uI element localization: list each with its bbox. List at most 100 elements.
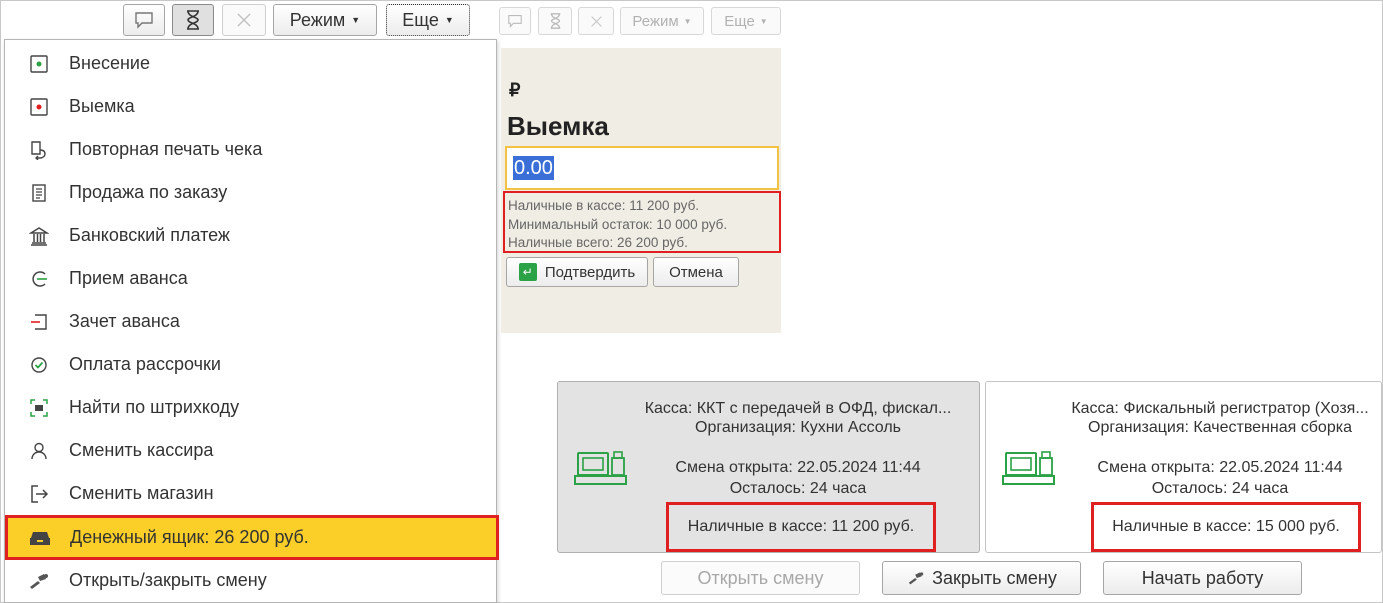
mode-dropdown-secondary[interactable]: Режим ▼: [620, 7, 704, 35]
hourglass-button[interactable]: [172, 4, 214, 36]
cash-drawer-icon: [28, 526, 52, 550]
hourglass-button-secondary[interactable]: [538, 7, 572, 35]
shift-icon: [27, 569, 51, 593]
currency-symbol: ₽: [509, 80, 521, 100]
menu-item-label: Сменить магазин: [69, 483, 214, 503]
menu-item-barcode-search[interactable]: Найти по штрихкоду: [5, 386, 496, 429]
hourglass-icon: [187, 10, 199, 30]
shift-icon: [908, 572, 924, 585]
amount-input[interactable]: 0.00: [505, 146, 779, 190]
close-icon: [590, 15, 602, 27]
withdraw-panel: ₽ Выемка 0.00 Наличные в кассе: 11 200 р…: [501, 48, 781, 333]
more-menu: Внесение Выемка Повторная печать чека Пр…: [4, 39, 499, 603]
confirm-label: Подтвердить: [544, 263, 636, 281]
menu-item-label: Выемка: [69, 96, 135, 116]
remaining-time-text: Осталось: 24 часа: [1151, 480, 1289, 497]
register-card[interactable]: Касса: ККТ с передачей в ОФД, фискал... …: [557, 381, 980, 553]
close-icon: [237, 13, 251, 27]
open-shift-label: Открыть смену: [697, 567, 824, 588]
barcode-icon: [27, 396, 51, 420]
cancel-label: Отмена: [669, 263, 723, 281]
shift-opened-text: Смена открыта: 22.05.2024 11:44: [1097, 459, 1343, 476]
confirm-button[interactable]: ↵ Подтвердить: [506, 257, 648, 287]
shift-opened-text: Смена открыта: 22.05.2024 11:44: [675, 459, 921, 476]
start-work-label: Начать работу: [1141, 567, 1264, 588]
mode-label: Режим: [632, 12, 679, 30]
enter-icon: ↵: [518, 263, 537, 281]
register-name: Касса: Фискальный регистратор (Хозя...: [1071, 400, 1369, 417]
cash-out-icon: [27, 95, 51, 119]
menu-item-label: Внесение: [69, 53, 150, 73]
comment-icon: [135, 12, 153, 29]
user-icon: [27, 439, 51, 463]
start-work-button[interactable]: Начать работу: [1103, 561, 1302, 595]
menu-item-cash-in[interactable]: Внесение: [5, 42, 496, 85]
more-label: Еще: [402, 9, 439, 30]
comment-button[interactable]: [123, 4, 165, 36]
amount-value: 0.00: [513, 156, 554, 180]
menu-item-cash-drawer[interactable]: Денежный ящик: 26 200 руб.: [5, 515, 499, 560]
withdraw-title: Выемка: [507, 111, 609, 141]
cancel-button[interactable]: Отмена: [653, 257, 739, 287]
chevron-down-icon: ▼: [759, 16, 768, 26]
cash-total-text: Наличные всего: 26 200 руб.: [508, 235, 688, 250]
comment-icon: [508, 15, 522, 28]
cash-in-register-text: Наличные в кассе: 11 200 руб.: [508, 198, 700, 213]
exit-icon: [27, 482, 51, 506]
menu-item-open-close-shift[interactable]: Открыть/закрыть смену: [5, 559, 496, 602]
register-card[interactable]: Касса: Фискальный регистратор (Хозя... О…: [985, 381, 1382, 553]
more-dropdown[interactable]: Еще ▼: [386, 4, 470, 36]
hourglass-icon: [550, 13, 560, 29]
more-dropdown-secondary[interactable]: Еще ▼: [711, 7, 781, 35]
delete-button[interactable]: [222, 4, 266, 36]
menu-item-change-cashier[interactable]: Сменить кассира: [5, 429, 496, 472]
menu-item-bank-payment[interactable]: Банковский платеж: [5, 214, 496, 257]
organization-name: Организация: Качественная сборка: [1088, 419, 1352, 436]
minimum-balance-text: Минимальный остаток: 10 000 руб.: [508, 216, 728, 232]
close-shift-button[interactable]: Закрыть смену: [882, 561, 1081, 595]
menu-item-label: Прием аванса: [69, 268, 188, 288]
menu-item-advance-receive[interactable]: Прием аванса: [5, 257, 496, 300]
reprint-receipt-icon: [27, 138, 51, 162]
menu-item-installment[interactable]: Оплата рассрочки: [5, 343, 496, 386]
menu-item-label: Зачет аванса: [69, 311, 180, 331]
chevron-down-icon: ▼: [683, 16, 692, 26]
menu-item-label: Оплата рассрочки: [69, 354, 221, 374]
comment-button-secondary[interactable]: [499, 7, 531, 35]
menu-item-label: Повторная печать чека: [69, 139, 263, 159]
installment-icon: [27, 353, 51, 377]
menu-item-label: Открыть/закрыть смену: [69, 570, 267, 590]
mode-dropdown[interactable]: Режим ▼: [273, 4, 377, 36]
remaining-time-text: Осталось: 24 часа: [729, 480, 867, 497]
register-cash-box: Наличные в кассе: 15 000 руб.: [1091, 502, 1361, 552]
order-sale-icon: [27, 181, 51, 205]
organization-name: Организация: Кухни Ассоль: [695, 419, 901, 436]
chevron-down-icon: ▼: [444, 15, 454, 25]
chevron-down-icon: ▼: [351, 15, 361, 25]
mode-label: Режим: [289, 9, 346, 30]
close-shift-label: Закрыть смену: [932, 567, 1057, 588]
menu-item-reprint-receipt[interactable]: Повторная печать чека: [5, 128, 496, 171]
menu-item-change-store[interactable]: Сменить магазин: [5, 472, 496, 515]
cash-in-icon: [27, 52, 51, 76]
register-cash-box: Наличные в кассе: 11 200 руб.: [666, 502, 936, 552]
advance-receive-icon: [27, 267, 51, 291]
menu-item-order-sale[interactable]: Продажа по заказу: [5, 171, 496, 214]
register-cash-text: Наличные в кассе: 15 000 руб.: [1112, 518, 1340, 535]
register-cash-text: Наличные в кассе: 11 200 руб.: [687, 518, 915, 535]
menu-item-advance-offset[interactable]: Зачет аванса: [5, 300, 496, 343]
cash-register-icon: [1002, 451, 1055, 485]
cash-register-icon: [574, 451, 627, 485]
more-label: Еще: [724, 12, 755, 30]
delete-button-secondary[interactable]: [578, 7, 614, 35]
menu-item-label: Найти по штрихкоду: [69, 397, 240, 417]
register-name: Касса: ККТ с передачей в ОФД, фискал...: [644, 400, 952, 417]
open-shift-button[interactable]: Открыть смену: [661, 561, 860, 595]
cash-info-box: Наличные в кассе: 11 200 руб. Минимальны…: [503, 191, 781, 253]
advance-offset-icon: [27, 310, 51, 334]
menu-item-cash-out[interactable]: Выемка: [5, 85, 496, 128]
menu-item-label: Банковский платеж: [69, 225, 230, 245]
menu-item-label: Продажа по заказу: [69, 182, 228, 202]
bank-icon: [27, 224, 51, 248]
menu-item-label: Сменить кассира: [69, 440, 214, 460]
